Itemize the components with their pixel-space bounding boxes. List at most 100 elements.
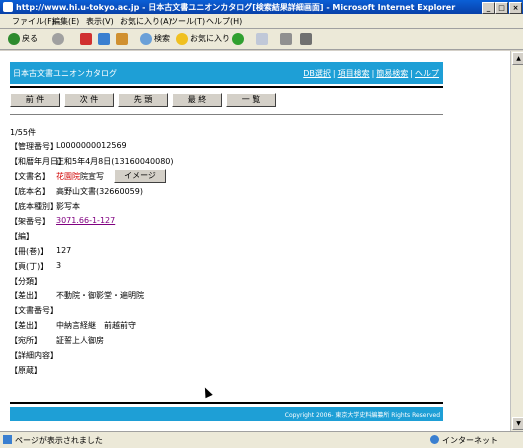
field-value: 不動院・御影堂・遍明院 xyxy=(56,291,144,300)
stop-button[interactable] xyxy=(80,32,94,46)
field-value: 中納言経継 前越前守 xyxy=(56,321,136,330)
field-label: 【頁(丁)】 xyxy=(10,262,49,271)
edit-button[interactable] xyxy=(300,32,314,46)
field-row: 【詳細内容】 xyxy=(10,350,58,361)
forward-arrow-icon xyxy=(52,32,64,45)
print-button[interactable] xyxy=(280,32,294,46)
back-button[interactable]: 戻る xyxy=(8,32,38,46)
field-row: 【分類】 xyxy=(10,276,42,287)
field-label: 【文書番号】 xyxy=(10,306,58,315)
menu-view[interactable]: 表示(V) xyxy=(86,16,114,27)
search-button[interactable]: 検索 xyxy=(140,32,170,46)
last-button[interactable]: 最 終 xyxy=(172,93,222,107)
title-bar: http://www.hi.u-tokyo.ac.jp - 日本古文書ユニオンカ… xyxy=(0,0,523,14)
minimize-button[interactable]: _ xyxy=(482,2,495,14)
link-db-select[interactable]: DB選択 xyxy=(303,69,331,78)
scroll-up-icon[interactable]: ▲ xyxy=(512,52,523,65)
close-button[interactable]: × xyxy=(509,2,522,14)
field-row: 【差出】 中納言経継 前越前守 xyxy=(10,320,136,331)
field-label: 【原蔵】 xyxy=(10,366,42,375)
copyright-text: Copyright 2006- 東京大学史料編纂所 Rights Reserve… xyxy=(284,412,440,419)
scroll-down-icon[interactable]: ▼ xyxy=(512,417,523,430)
field-label: 【差出】 xyxy=(10,321,42,330)
field-row: 【頁(丁)】 3 xyxy=(10,261,61,272)
print-icon xyxy=(280,32,292,45)
field-row: 【冊(巻)】 127 xyxy=(10,246,71,257)
page-icon xyxy=(3,435,12,444)
status-text: ページが表示されました xyxy=(15,436,103,445)
header-links: DB選択 | 項目検索 | 簡易検索 | ヘルプ xyxy=(303,69,439,78)
shelf-number-link[interactable]: 3071.66-1-127 xyxy=(56,216,115,225)
field-value-highlight: 花園院 xyxy=(56,172,80,181)
field-value: 127 xyxy=(56,246,72,255)
site-title[interactable]: 日本古文書ユニオンカタログ xyxy=(13,68,117,79)
toolbar: 戻る 検索 お気に入り xyxy=(0,29,523,50)
menu-help[interactable]: ヘルプ(H) xyxy=(206,16,242,27)
refresh-icon xyxy=(98,32,110,45)
vertical-scrollbar[interactable]: ▲ ▼ xyxy=(510,51,523,431)
link-help[interactable]: ヘルプ xyxy=(415,69,439,78)
zone-text: インターネット xyxy=(442,436,498,445)
menu-bar: ファイル(F) 編集(E) 表示(V) お気に入り(A) ツール(T) ヘルプ(… xyxy=(0,14,523,29)
link-field-search[interactable]: 項目検索 xyxy=(338,69,370,78)
mail-button[interactable] xyxy=(256,32,270,46)
maximize-button[interactable]: □ xyxy=(495,2,508,14)
field-label: 【冊(巻)】 xyxy=(10,247,49,256)
page-content: 日本古文書ユニオンカタログ DB選択 | 項目検索 | 簡易検索 | ヘルプ 前 件 次 件… xyxy=(0,51,510,431)
field-value: L0000000012569 xyxy=(56,141,127,150)
home-button[interactable] xyxy=(116,32,130,46)
star-icon xyxy=(176,32,188,45)
record-counter: 1/55件 xyxy=(10,128,36,137)
field-value: 影写本 xyxy=(56,202,80,211)
search-icon xyxy=(140,32,152,45)
prev-button[interactable]: 前 件 xyxy=(10,93,60,107)
field-label: 【宛所】 xyxy=(10,336,42,345)
field-row: 【底本種別】 影写本 xyxy=(10,201,80,212)
mail-icon xyxy=(256,32,268,45)
globe-icon xyxy=(430,435,439,444)
field-label: 【詳細内容】 xyxy=(10,351,58,360)
link-simple-search[interactable]: 簡易検索 xyxy=(376,69,408,78)
first-button[interactable]: 先 頭 xyxy=(118,93,168,107)
forward-button[interactable] xyxy=(52,32,66,46)
field-label: 【底本名】 xyxy=(10,187,50,196)
edit-icon xyxy=(300,32,312,45)
next-button[interactable]: 次 件 xyxy=(64,93,114,107)
favorites-button[interactable]: お気に入り xyxy=(176,32,230,46)
menu-edit[interactable]: 編集(E) xyxy=(52,16,79,27)
field-label: 【底本種別】 xyxy=(10,202,58,211)
field-label: 【差出】 xyxy=(10,291,42,300)
window-title: http://www.hi.u-tokyo.ac.jp - 日本古文書ユニオンカ… xyxy=(16,3,456,12)
image-button[interactable]: イメージ xyxy=(114,169,166,183)
field-row: 【管理番号】 L0000000012569 xyxy=(10,141,127,152)
field-value: 高野山文書(32660059) xyxy=(56,187,143,196)
field-row: 【和暦年月日】 正和5年4月8日(13160040080) xyxy=(10,156,174,167)
field-value: 証誓上人御房 xyxy=(56,336,104,345)
field-value: 花園院院宣写 xyxy=(56,172,104,181)
site-banner: 日本古文書ユニオンカタログ DB選択 | 項目検索 | 簡易検索 | ヘルプ xyxy=(10,62,443,84)
footer: Copyright 2006- 東京大学史料編纂所 Rights Reserve… xyxy=(10,407,443,421)
home-icon xyxy=(116,32,128,45)
mouse-cursor-icon xyxy=(201,385,213,399)
menu-file[interactable]: ファイル(F) xyxy=(12,16,55,27)
list-button[interactable]: 一 覧 xyxy=(226,93,276,107)
field-row: 【差出】 不動院・御影堂・遍明院 xyxy=(10,290,144,301)
field-row: 【底本名】 高野山文書(32660059) xyxy=(10,186,143,197)
field-row: 【原蔵】 xyxy=(10,365,42,376)
field-label: 【文書名】 xyxy=(10,172,50,181)
divider xyxy=(10,114,443,115)
stop-icon xyxy=(80,32,92,45)
field-row: 【宛所】 証誓上人御房 xyxy=(10,335,104,346)
field-row: 【架番号】 3071.66-1-127 xyxy=(10,216,115,227)
field-label: 【分類】 xyxy=(10,277,42,286)
menu-favorites[interactable]: お気に入り(A) xyxy=(120,16,172,27)
status-bar: ページが表示されました インターネット xyxy=(0,431,523,448)
back-arrow-icon xyxy=(8,32,20,45)
divider xyxy=(10,402,443,404)
ie-icon xyxy=(3,2,13,12)
refresh-button[interactable] xyxy=(98,32,112,46)
field-label: 【管理番号】 xyxy=(10,142,58,151)
history-button[interactable] xyxy=(232,32,246,46)
menu-tools[interactable]: ツール(T) xyxy=(170,16,205,27)
field-label: 【編】 xyxy=(10,232,34,241)
